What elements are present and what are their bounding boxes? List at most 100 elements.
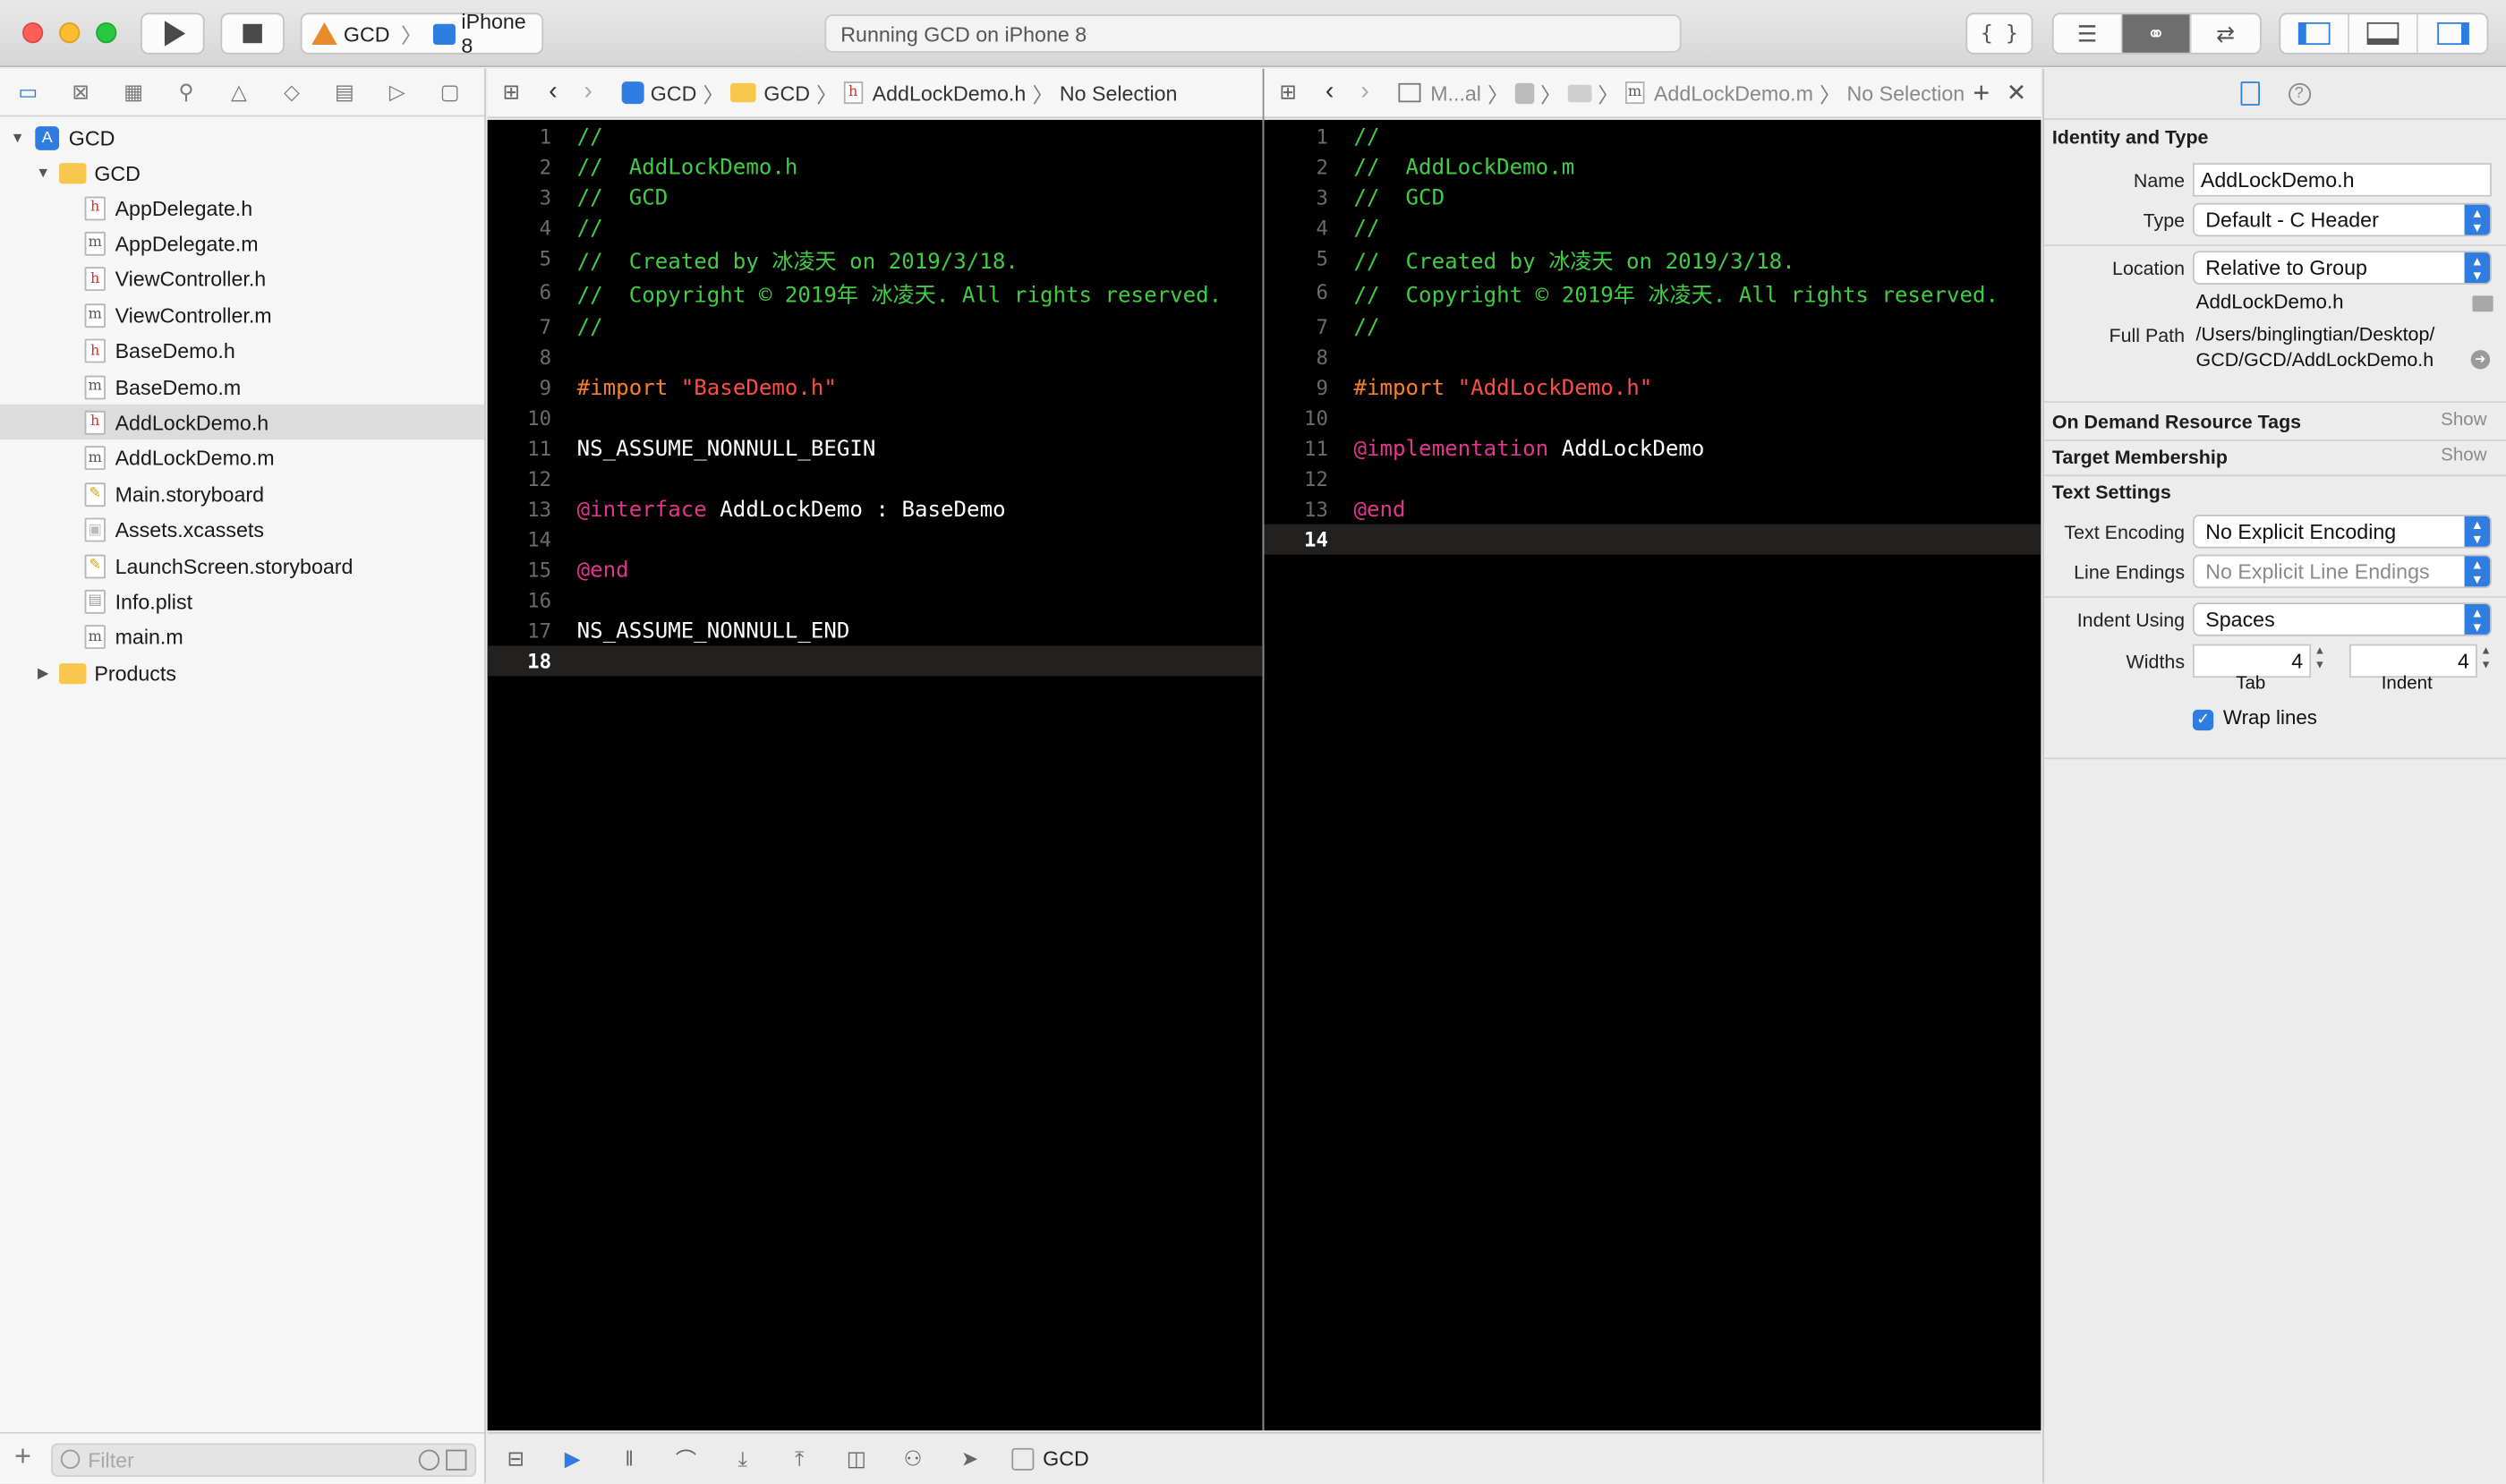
tree-file[interactable]: ✎ Main.storyboard (0, 476, 484, 511)
name-field[interactable]: AddLockDemo.h (2192, 163, 2492, 197)
target-show-button[interactable]: Show (2441, 446, 2486, 465)
search-icon[interactable]: ⚲ (171, 79, 201, 105)
tab-width-field[interactable]: 4 (2192, 644, 2312, 678)
disclosure-open-icon[interactable]: ▼ (10, 130, 26, 146)
tree-file[interactable]: ▣ Assets.xcassets (0, 512, 484, 547)
zoom-window-button[interactable] (96, 21, 117, 44)
library-button[interactable]: { } (1965, 13, 2033, 55)
code-line[interactable]: 7 // (1264, 311, 2041, 342)
tree-products[interactable]: ▶ Products (0, 655, 484, 690)
code-line[interactable]: 14 (1264, 524, 2041, 555)
code-line[interactable]: 8 (488, 342, 1263, 372)
left-source-editor[interactable]: 1 // 2 // AddLockDemo.h 3 // GCD 4 // 5 // Create… (487, 119, 1263, 1431)
toggle-navigator-button[interactable] (2280, 14, 2349, 53)
tree-file[interactable]: m ViewController.m (0, 297, 484, 332)
jump-item-file[interactable]: AddLockDemo.h (873, 81, 1027, 105)
report-icon[interactable]: ▢ (435, 79, 465, 105)
breakpoints-toggle-icon[interactable]: ▶ (544, 1446, 601, 1471)
view-debugger-icon[interactable]: ◫ (828, 1446, 884, 1471)
standard-editor-button[interactable]: ☰ (2054, 14, 2123, 53)
jump-item-project[interactable]: GCD (651, 81, 697, 105)
jump-item-selection[interactable]: No Selection (1060, 81, 1178, 105)
code-line[interactable]: 12 (488, 464, 1263, 494)
help-icon[interactable]: ? (2288, 81, 2311, 105)
clock-icon[interactable] (418, 1449, 440, 1471)
text-encoding-popup[interactable]: No Explicit Encoding ▲ ▼ (2192, 514, 2492, 549)
tree-file[interactable]: m main.m (0, 619, 484, 654)
folder-icon[interactable]: ▭ (13, 79, 43, 105)
right-source-editor[interactable]: 1 // 2 // AddLockDemo.m 3 // GCD 4 // 5 // Create… (1264, 119, 2041, 1431)
jump-item-file[interactable]: AddLockDemo.m (1654, 81, 1813, 105)
code-line[interactable]: 9 #import "BaseDemo.h" (488, 372, 1263, 403)
pause-icon[interactable]: ‖ (601, 1446, 657, 1471)
code-line[interactable]: 2 // AddLockDemo.m (1264, 152, 2041, 183)
file-inspector-icon[interactable] (2239, 81, 2260, 106)
code-line[interactable]: 10 (1264, 403, 2041, 433)
step-into-icon[interactable]: ⤓ (714, 1446, 771, 1471)
close-window-button[interactable] (21, 21, 44, 44)
tab-width-stepper[interactable]: ▲ ▼ (2314, 644, 2325, 673)
scheme-selector[interactable]: GCD 〉 iPhone 8 (300, 10, 544, 57)
code-line[interactable]: 12 (1264, 464, 2041, 494)
code-line[interactable]: 9 #import "AddLockDemo.h" (1264, 372, 2041, 403)
location-icon[interactable]: ➤ (942, 1446, 998, 1471)
tree-file[interactable]: ▤ Info.plist (0, 584, 484, 618)
related-items-icon[interactable]: ⊞ (1264, 80, 1312, 106)
tree-project[interactable]: ▼ A GCD (0, 120, 484, 155)
jump-item-manual[interactable]: M...al (1430, 81, 1481, 105)
code-line[interactable]: 14 (488, 525, 1263, 555)
back-icon[interactable]: ‹ (535, 78, 570, 107)
back-icon[interactable]: ‹ (1312, 78, 1347, 107)
jump-item-group[interactable]: GCD (763, 81, 810, 105)
tree-file[interactable]: h ViewController.h (0, 261, 484, 296)
related-items-icon[interactable]: ⊞ (488, 80, 536, 106)
test-icon[interactable]: ◇ (277, 79, 307, 105)
jump-item-selection[interactable]: No Selection (1847, 81, 1965, 105)
filter-input[interactable]: Filter (51, 1443, 477, 1477)
toggle-debug-area-button[interactable] (2349, 14, 2418, 53)
code-line[interactable]: 5 // Created by 冰凌天 on 2019/3/18. (488, 243, 1263, 274)
symbol-icon[interactable]: ▦ (118, 79, 149, 105)
line-endings-popup[interactable]: No Explicit Line Endings ▲ ▼ (2192, 554, 2492, 589)
code-line[interactable]: 5 // Created by 冰凌天 on 2019/3/18. (1264, 243, 2041, 274)
minimize-window-button[interactable] (59, 21, 81, 44)
code-line[interactable]: 3 // GCD (1264, 183, 2041, 213)
code-line[interactable]: 1 // (1264, 122, 2041, 152)
debug-icon[interactable]: ▤ (329, 79, 360, 105)
code-line[interactable]: 1 // (488, 122, 1263, 152)
reveal-arrow-icon[interactable]: ➜ (2470, 350, 2491, 370)
assistant-editor-button[interactable]: ⚭ (2122, 14, 2192, 53)
close-icon[interactable]: ✕ (2007, 78, 2026, 107)
code-line[interactable]: 3 // GCD (488, 183, 1263, 213)
tree-file[interactable]: m AppDelegate.m (0, 226, 484, 260)
code-line[interactable]: 11 @implementation AddLockDemo (1264, 433, 2041, 464)
breakpoint-icon[interactable]: ▷ (382, 79, 413, 105)
code-line[interactable]: 10 (488, 403, 1263, 433)
indent-width-stepper[interactable]: ▲ ▼ (2480, 644, 2491, 673)
wrap-lines-checkbox[interactable]: ✓ (2192, 709, 2214, 731)
code-line[interactable]: 17 NS_ASSUME_NONNULL_END (488, 615, 1263, 645)
type-popup[interactable]: Default - C Header ▲ ▼ (2192, 202, 2492, 237)
add-editor-icon[interactable]: + (1973, 76, 1990, 109)
disclosure-open-icon[interactable]: ▼ (35, 165, 51, 181)
code-line[interactable]: 18 (487, 645, 1263, 677)
stop-button[interactable] (220, 13, 285, 55)
code-line[interactable]: 8 (1264, 342, 2041, 372)
tree-file[interactable]: m AddLockDemo.m (0, 440, 484, 475)
tree-file[interactable]: h AddLockDemo.h (0, 405, 485, 440)
toggle-inspector-button[interactable] (2418, 14, 2487, 53)
step-out-icon[interactable]: ⤒ (771, 1446, 828, 1471)
code-line[interactable]: 6 // Copyright © 2019年 冰凌天. All rights re… (488, 277, 1263, 307)
code-line[interactable]: 4 // (488, 212, 1263, 243)
code-line[interactable]: 6 // Copyright © 2019年 冰凌天. All rights re… (1264, 277, 2041, 307)
hide-debug-area-icon[interactable]: ⊟ (488, 1446, 544, 1471)
debug-target-label[interactable]: GCD (1043, 1446, 1089, 1471)
odr-show-button[interactable]: Show (2441, 411, 2486, 430)
code-line[interactable]: 15 @end (488, 555, 1263, 585)
code-line[interactable]: 2 // AddLockDemo.h (488, 152, 1263, 183)
code-line[interactable]: 13 @end (1264, 494, 2041, 525)
run-button[interactable] (141, 13, 205, 55)
code-line[interactable]: 7 // (488, 311, 1263, 342)
code-line[interactable]: 16 (488, 585, 1263, 616)
scope-icon[interactable] (446, 1449, 467, 1471)
